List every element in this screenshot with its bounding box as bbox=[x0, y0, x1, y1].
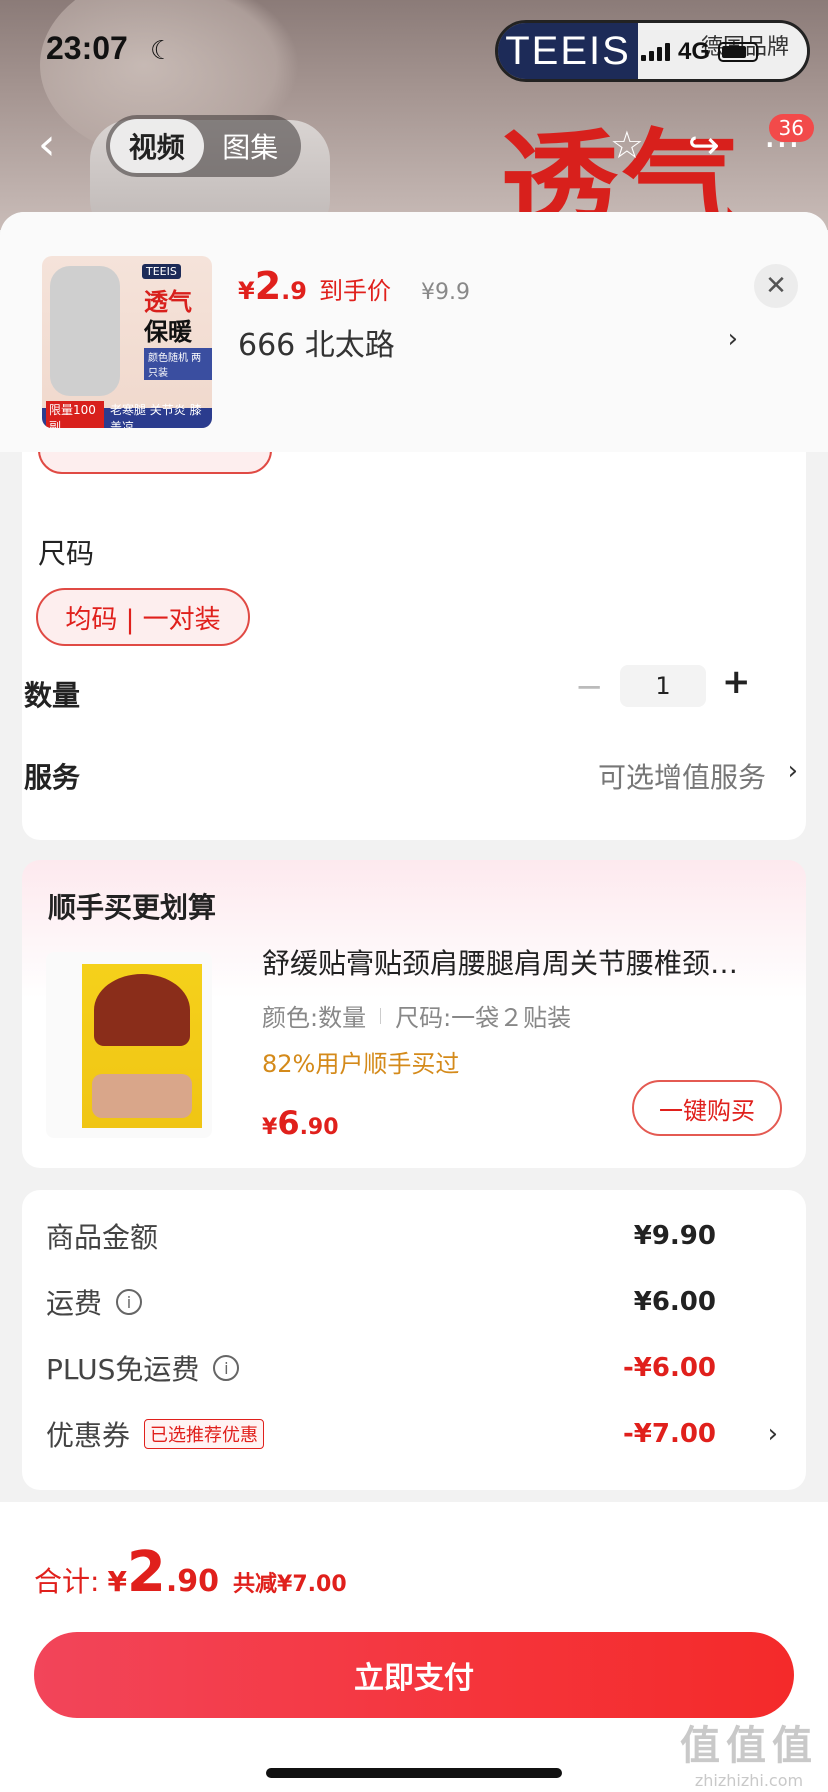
summary-label: 优惠券 bbox=[46, 1419, 131, 1452]
upsell-product-name[interactable]: 舒缓贴膏贴颈肩腰腿肩周关节腰椎颈… bbox=[262, 942, 782, 982]
total-saved: 共减¥7.00 bbox=[233, 1572, 347, 1597]
chevron-right-icon[interactable]: › bbox=[728, 324, 738, 354]
moon-icon: ☾ bbox=[150, 36, 174, 66]
coupon-tag: 已选推荐优惠 bbox=[144, 1419, 265, 1449]
size-option-chip[interactable]: 均码 | 一对装 bbox=[36, 588, 250, 646]
message-badge: 36 bbox=[768, 114, 814, 142]
brand-name: TEEIS bbox=[498, 23, 638, 79]
total-label: 合计: bbox=[34, 1565, 100, 1598]
thumb-chip: 颜色随机 两只装 bbox=[144, 348, 212, 380]
service-value[interactable]: 可选增值服务 bbox=[598, 756, 766, 796]
upsell-product-image[interactable] bbox=[46, 952, 212, 1138]
one-click-buy-button[interactable]: 一键购买 bbox=[632, 1080, 782, 1136]
spec-divider bbox=[380, 1007, 382, 1024]
watermark-url: zhizhizhi.com bbox=[694, 1771, 804, 1790]
media-tabs: 视频 图集 bbox=[106, 115, 301, 177]
chevron-right-icon[interactable]: › bbox=[788, 756, 798, 786]
delivery-address[interactable]: 666 北太路 bbox=[238, 320, 395, 364]
quantity-label: 数量 bbox=[24, 679, 81, 712]
info-icon[interactable]: i bbox=[116, 1289, 143, 1315]
watermark-logo: 值值值 bbox=[680, 1723, 818, 1769]
close-icon[interactable]: ✕ bbox=[754, 264, 798, 308]
purchase-sheet: 尺码 均码 | 一对装 数量 − 1 + 服务 可选增值服务 › TEEIS 透… bbox=[0, 212, 828, 1792]
watermark: 值值值 zhizhizhi.com bbox=[680, 1713, 818, 1790]
product-thumbnail: TEEIS 透气 保暖 颜色随机 两只装 限量100副 老寒腿 关节炎 膝盖凉 bbox=[42, 256, 212, 428]
tab-gallery[interactable]: 图集 bbox=[204, 119, 298, 173]
share-icon[interactable]: ↪ bbox=[688, 125, 720, 165]
back-icon[interactable]: ‹ bbox=[38, 123, 68, 167]
summary-row-goods: 商品金额 ¥9.90 bbox=[46, 1216, 782, 1256]
final-price-tag: 到手价 bbox=[318, 277, 391, 305]
tab-video[interactable]: 视频 bbox=[110, 119, 204, 173]
upsell-spec: 颜色:数量 尺码:一袋２贴装 bbox=[262, 998, 571, 1033]
status-right: 4G bbox=[640, 38, 758, 66]
total-price: ¥2.90 bbox=[107, 1540, 220, 1605]
original-price: ¥9.9 bbox=[420, 280, 470, 305]
upsell-rate: 82%用户顺手买过 bbox=[262, 1050, 460, 1078]
thumb-bar-left: 限量100副 bbox=[46, 401, 104, 428]
thumb-line2: 保暖 bbox=[144, 318, 192, 346]
summary-value: ¥9.90 bbox=[633, 1221, 716, 1251]
upsell-box bbox=[82, 964, 202, 1128]
size-title: 尺码 bbox=[38, 537, 95, 570]
summary-row-shipping: 运费 i ¥6.00 bbox=[46, 1282, 782, 1322]
product-video-hero[interactable]: 透气 23:07 ☾ TEEIS 德国品牌 4G ‹ 视频 图集 ☆ ↪ ···… bbox=[0, 0, 828, 230]
pay-now-button[interactable]: 立即支付 bbox=[34, 1632, 794, 1718]
signal-icon bbox=[640, 43, 670, 61]
battery-icon bbox=[718, 42, 758, 62]
upsell-price: ¥6.90 bbox=[262, 1104, 339, 1142]
quantity-input[interactable]: 1 bbox=[620, 665, 706, 707]
upsell-box-emblem bbox=[94, 974, 190, 1046]
thumb-bar-right: 老寒腿 关节炎 膝盖凉 bbox=[109, 403, 202, 428]
info-icon[interactable]: i bbox=[213, 1355, 240, 1381]
thumb-product-image bbox=[50, 266, 120, 396]
summary-value: ¥6.00 bbox=[633, 1287, 716, 1317]
status-time: 23:07 bbox=[46, 30, 128, 66]
star-icon[interactable]: ☆ bbox=[610, 125, 644, 165]
upsell-title: 顺手买更划算 bbox=[48, 891, 217, 924]
chevron-right-icon[interactable]: › bbox=[768, 1419, 778, 1449]
price-summary-card: 商品金额 ¥9.90 运费 i ¥6.00 PLUS免运费 i -¥6.00 优惠券… bbox=[22, 1190, 806, 1490]
price-line: ¥2.9 到手价 ¥9.9 bbox=[238, 264, 470, 308]
thumb-brand: TEEIS bbox=[142, 264, 181, 279]
upsell-spec-size: 尺码:一袋２贴装 bbox=[395, 1004, 572, 1032]
summary-value: -¥7.00 bbox=[622, 1419, 716, 1449]
summary-label: 商品金额 bbox=[46, 1221, 159, 1254]
total-line: 合计: ¥2.90 共减¥7.00 bbox=[34, 1540, 347, 1605]
summary-label: 运费 bbox=[46, 1287, 103, 1320]
sheet-header: TEEIS 透气 保暖 颜色随机 两只装 限量100副 老寒腿 关节炎 膝盖凉 … bbox=[0, 212, 828, 452]
network-type: 4G bbox=[677, 38, 710, 65]
service-label: 服务 bbox=[24, 761, 81, 794]
summary-row-plus: PLUS免运费 i -¥6.00 bbox=[46, 1348, 782, 1388]
summary-label: PLUS免运费 bbox=[46, 1353, 200, 1386]
summary-value: -¥6.00 bbox=[622, 1353, 716, 1383]
upsell-box-photo bbox=[92, 1074, 192, 1118]
thumb-bar: 限量100副 老寒腿 关节炎 膝盖凉 bbox=[42, 401, 212, 428]
upsell-spec-color: 颜色:数量 bbox=[262, 1004, 367, 1032]
minus-icon[interactable]: − bbox=[575, 667, 604, 707]
plus-icon[interactable]: + bbox=[722, 662, 751, 702]
home-indicator bbox=[266, 1768, 562, 1778]
upsell-card: 顺手买更划算 舒缓贴膏贴颈肩腰腿肩周关节腰椎颈… 颜色:数量 尺码:一袋２贴装 … bbox=[22, 860, 806, 1168]
summary-row-coupon[interactable]: 优惠券 已选推荐优惠 -¥7.00 › bbox=[46, 1414, 782, 1454]
final-price: ¥2.9 bbox=[238, 264, 307, 308]
